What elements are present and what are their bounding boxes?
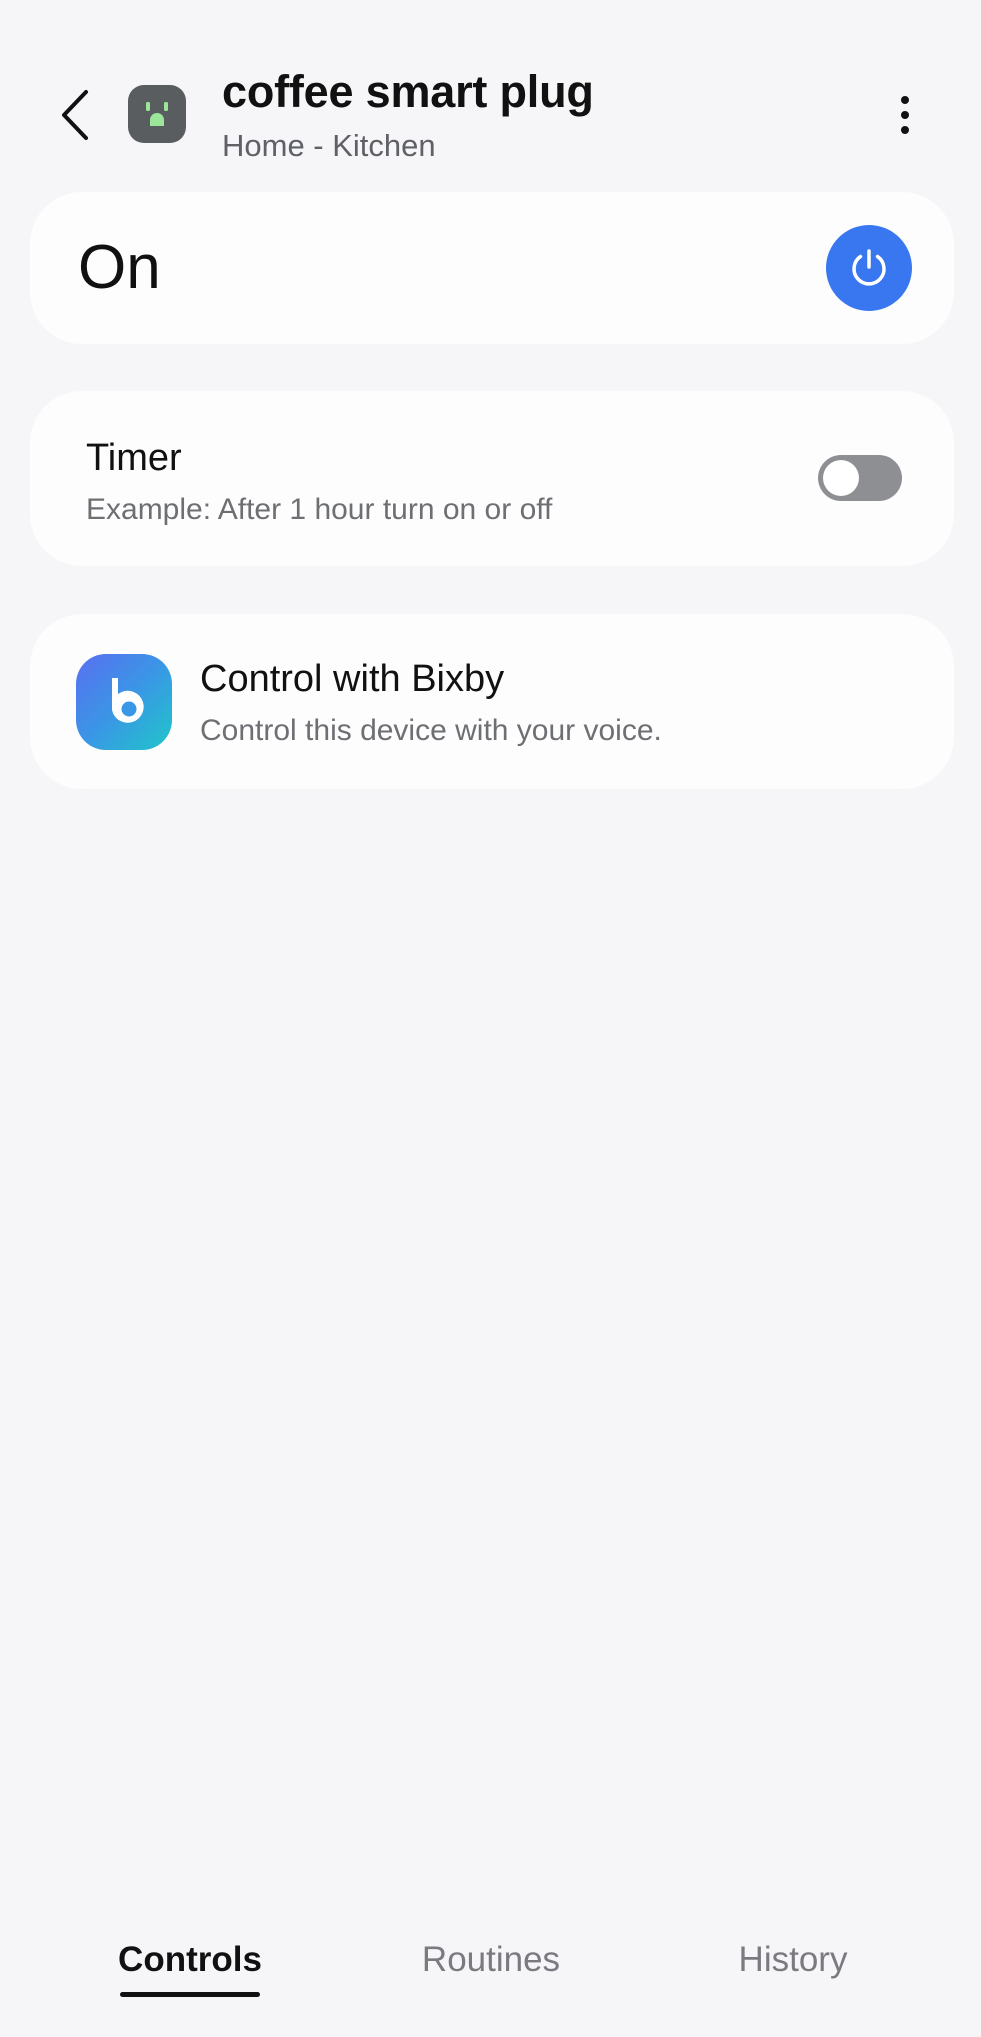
tab-routines[interactable]: Routines: [341, 1940, 641, 1980]
toggle-knob: [823, 460, 859, 496]
power-state-label: On: [78, 233, 161, 302]
bixby-icon: [76, 654, 172, 750]
bixby-title: Control with Bixby: [200, 658, 505, 700]
app-header: coffee smart plug Home - Kitchen: [0, 0, 981, 180]
chevron-left-icon: [62, 90, 88, 140]
timer-toggle[interactable]: [818, 455, 902, 501]
timer-card[interactable]: Timer Example: After 1 hour turn on or o…: [30, 391, 954, 566]
bottom-tab-bar: Controls Routines History: [0, 1930, 981, 2000]
device-location: Home - Kitchen: [222, 128, 436, 163]
power-icon: [852, 249, 886, 286]
timer-description: Example: After 1 hour turn on or off: [86, 493, 553, 526]
active-tab-indicator: [120, 1992, 260, 1997]
device-title: coffee smart plug: [222, 66, 594, 117]
power-card: On: [30, 192, 954, 344]
more-vertical-icon: [901, 96, 909, 134]
tab-controls[interactable]: Controls: [40, 1940, 340, 1980]
timer-title: Timer: [86, 437, 182, 479]
back-button[interactable]: [50, 82, 100, 148]
bixby-description: Control this device with your voice.: [200, 714, 662, 747]
power-button[interactable]: [826, 225, 912, 311]
bixby-card[interactable]: Control with Bixby Control this device w…: [30, 614, 954, 789]
more-options-button[interactable]: [880, 86, 930, 144]
tab-history[interactable]: History: [643, 1940, 943, 1980]
smart-plug-icon: [128, 85, 186, 143]
